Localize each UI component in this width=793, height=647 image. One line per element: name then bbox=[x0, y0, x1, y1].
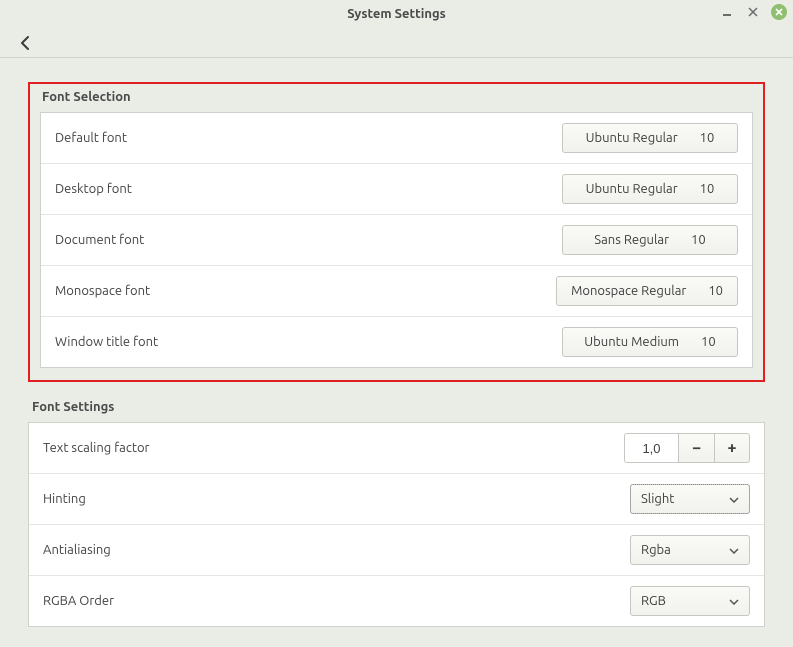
rgba-order-value: RGB bbox=[641, 594, 666, 608]
row-antialiasing: Antialiasing Rgba bbox=[29, 524, 764, 575]
font-selection-panel: Default font Ubuntu Regular 10 Desktop f… bbox=[40, 112, 753, 368]
font-settings-panel: Text scaling factor − + Hinting Slight A… bbox=[28, 422, 765, 627]
font-size: 10 bbox=[700, 182, 715, 196]
chevron-down-icon bbox=[729, 594, 739, 608]
hinting-value: Slight bbox=[641, 492, 674, 506]
minimize-icon[interactable] bbox=[719, 4, 735, 20]
window-controls bbox=[719, 4, 787, 20]
antialiasing-combobox[interactable]: Rgba bbox=[630, 535, 750, 565]
font-selection-heading: Font Selection bbox=[42, 90, 753, 104]
label-hinting: Hinting bbox=[43, 492, 86, 506]
font-name: Ubuntu Regular bbox=[586, 182, 678, 196]
font-size: 10 bbox=[691, 233, 706, 247]
back-button[interactable] bbox=[14, 31, 38, 55]
antialiasing-value: Rgba bbox=[641, 543, 671, 557]
label-rgba-order: RGBA Order bbox=[43, 594, 114, 608]
font-size: 10 bbox=[708, 284, 723, 298]
row-hinting: Hinting Slight bbox=[29, 473, 764, 524]
scaling-decrement-button[interactable]: − bbox=[678, 433, 714, 463]
font-name: Ubuntu Regular bbox=[586, 131, 678, 145]
font-chooser-window-title[interactable]: Ubuntu Medium 10 bbox=[562, 327, 738, 357]
font-size: 10 bbox=[700, 131, 715, 145]
toolbar bbox=[0, 28, 793, 58]
maximize-icon[interactable] bbox=[745, 4, 761, 20]
font-size: 10 bbox=[701, 335, 716, 349]
label-window-title-font: Window title font bbox=[55, 335, 158, 349]
label-monospace-font: Monospace font bbox=[55, 284, 150, 298]
font-chooser-desktop[interactable]: Ubuntu Regular 10 bbox=[562, 174, 738, 204]
row-monospace-font: Monospace font Monospace Regular 10 bbox=[41, 265, 752, 316]
label-default-font: Default font bbox=[55, 131, 127, 145]
row-document-font: Document font Sans Regular 10 bbox=[41, 214, 752, 265]
font-chooser-monospace[interactable]: Monospace Regular 10 bbox=[556, 276, 738, 306]
font-settings-heading: Font Settings bbox=[32, 400, 765, 414]
text-scaling-input[interactable] bbox=[624, 433, 678, 463]
chevron-down-icon bbox=[729, 492, 739, 506]
chevron-down-icon bbox=[729, 543, 739, 557]
font-selection-highlight: Font Selection Default font Ubuntu Regul… bbox=[28, 82, 765, 382]
font-chooser-document[interactable]: Sans Regular 10 bbox=[562, 225, 738, 255]
label-desktop-font: Desktop font bbox=[55, 182, 132, 196]
label-antialiasing: Antialiasing bbox=[43, 543, 111, 557]
rgba-order-combobox[interactable]: RGB bbox=[630, 586, 750, 616]
scaling-increment-button[interactable]: + bbox=[714, 433, 750, 463]
font-name: Ubuntu Medium bbox=[584, 335, 679, 349]
row-text-scaling: Text scaling factor − + bbox=[29, 423, 764, 473]
row-desktop-font: Desktop font Ubuntu Regular 10 bbox=[41, 163, 752, 214]
font-name: Sans Regular bbox=[594, 233, 669, 247]
content: Font Selection Default font Ubuntu Regul… bbox=[0, 58, 793, 647]
window-title: System Settings bbox=[0, 7, 793, 21]
row-window-title-font: Window title font Ubuntu Medium 10 bbox=[41, 316, 752, 367]
font-name: Monospace Regular bbox=[571, 284, 686, 298]
label-text-scaling: Text scaling factor bbox=[43, 441, 149, 455]
text-scaling-spinner: − + bbox=[624, 433, 750, 463]
label-document-font: Document font bbox=[55, 233, 144, 247]
titlebar: System Settings bbox=[0, 0, 793, 28]
row-default-font: Default font Ubuntu Regular 10 bbox=[41, 113, 752, 163]
hinting-combobox[interactable]: Slight bbox=[630, 484, 750, 514]
row-rgba-order: RGBA Order RGB bbox=[29, 575, 764, 626]
close-icon[interactable] bbox=[771, 4, 787, 20]
font-chooser-default[interactable]: Ubuntu Regular 10 bbox=[562, 123, 738, 153]
